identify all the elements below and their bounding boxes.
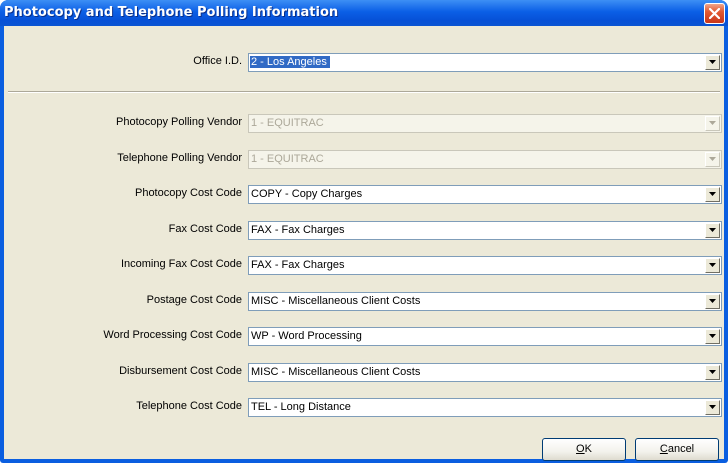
telephone-polling-vendor-value: 1 - EQUITRAC: [251, 153, 324, 165]
dropdown-arrow-button[interactable]: [705, 55, 720, 70]
dropdown-arrow-button[interactable]: [705, 258, 720, 273]
incoming-fax-cost-code-dropdown[interactable]: FAX - Fax Charges: [248, 256, 722, 275]
title-bar[interactable]: Photocopy and Telephone Polling Informat…: [0, 0, 728, 26]
chevron-down-icon: [709, 228, 716, 232]
fax-cost-code-value: FAX - Fax Charges: [251, 224, 345, 236]
photocopy-polling-vendor-label: Photocopy Polling Vendor: [116, 116, 242, 128]
telephone-cost-code-label: Telephone Cost Code: [136, 400, 242, 412]
ok-button[interactable]: OK: [542, 438, 626, 461]
telephone-cost-code-value: TEL - Long Distance: [251, 401, 351, 413]
word-processing-cost-code-dropdown[interactable]: WP - Word Processing: [248, 327, 722, 346]
disbursement-cost-code-label: Disbursement Cost Code: [119, 365, 242, 377]
disbursement-cost-code-dropdown[interactable]: MISC - Miscellaneous Client Costs: [248, 363, 722, 382]
dropdown-arrow-button[interactable]: [705, 187, 720, 202]
office-id-label: Office I.D.: [193, 55, 242, 67]
close-button[interactable]: [704, 3, 725, 24]
chevron-down-icon: [709, 60, 716, 64]
incoming-fax-cost-code-value: FAX - Fax Charges: [251, 259, 345, 271]
office-id-value: 2 - Los Angeles: [250, 56, 330, 68]
postage-cost-code-label: Postage Cost Code: [146, 294, 242, 306]
telephone-cost-code-dropdown[interactable]: TEL - Long Distance: [248, 398, 722, 417]
photocopy-cost-code-label: Photocopy Cost Code: [134, 187, 242, 199]
word-processing-cost-code-value: WP - Word Processing: [251, 330, 362, 342]
telephone-polling-vendor-label: Telephone Polling Vendor: [117, 152, 242, 164]
dropdown-arrow-button[interactable]: [705, 400, 720, 415]
fax-cost-code-dropdown[interactable]: FAX - Fax Charges: [248, 221, 722, 240]
chevron-down-icon: [709, 405, 716, 409]
chevron-down-icon: [709, 263, 716, 267]
chevron-down-icon: [709, 157, 716, 161]
window-title: Photocopy and Telephone Polling Informat…: [4, 5, 339, 20]
dropdown-arrow-button[interactable]: [705, 329, 720, 344]
photocopy-cost-code-value: COPY - Copy Charges: [251, 188, 363, 200]
postage-cost-code-dropdown[interactable]: MISC - Miscellaneous Client Costs: [248, 292, 722, 311]
dropdown-arrow-button[interactable]: [705, 223, 720, 238]
photocopy-cost-code-dropdown[interactable]: COPY - Copy Charges: [248, 185, 722, 204]
incoming-fax-cost-code-label: Incoming Fax Cost Code: [120, 258, 242, 270]
dropdown-arrow-button[interactable]: [705, 365, 720, 380]
word-processing-cost-code-label: Word Processing Cost Code: [103, 329, 242, 341]
photocopy-polling-vendor-value: 1 - EQUITRAC: [251, 117, 324, 129]
chevron-down-icon: [709, 299, 716, 303]
office-id-dropdown[interactable]: 2 - Los Angeles: [248, 53, 722, 72]
close-x-icon: [709, 8, 720, 19]
chevron-down-icon: [709, 370, 716, 374]
cancel-button[interactable]: Cancel: [635, 438, 719, 461]
disbursement-cost-code-value: MISC - Miscellaneous Client Costs: [251, 366, 421, 378]
fax-cost-code-label: Fax Cost Code: [168, 223, 242, 235]
telephone-polling-vendor-dropdown: 1 - EQUITRAC: [248, 150, 722, 169]
chevron-down-icon: [709, 121, 716, 125]
dropdown-arrow-button[interactable]: [705, 294, 720, 309]
dialog-body: Office I.D. 2 - Los Angeles Photocopy Po…: [4, 26, 724, 461]
chevron-down-icon: [709, 334, 716, 338]
dialog-window: Photocopy and Telephone Polling Informat…: [0, 0, 728, 463]
dropdown-arrow-button: [705, 116, 720, 131]
postage-cost-code-value: MISC - Miscellaneous Client Costs: [251, 295, 421, 307]
photocopy-polling-vendor-dropdown: 1 - EQUITRAC: [248, 114, 722, 133]
section-divider: [8, 91, 720, 93]
chevron-down-icon: [709, 192, 716, 196]
dropdown-arrow-button: [705, 152, 720, 167]
